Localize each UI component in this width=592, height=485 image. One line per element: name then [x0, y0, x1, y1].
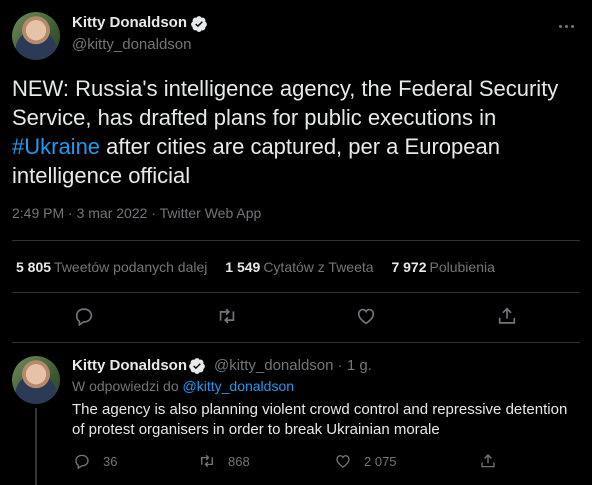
reply-replies-count: 36 — [103, 453, 118, 469]
like-icon[interactable] — [355, 305, 379, 329]
action-bar — [0, 305, 592, 331]
reply-like-button[interactable]: 2 075 — [334, 452, 397, 470]
reply-to-prefix: W odpowiedzi do — [72, 378, 179, 394]
divider — [12, 292, 580, 293]
tweet-text: NEW: Russia's intelligence agency, the F… — [12, 74, 582, 190]
share-icon[interactable] — [496, 305, 520, 329]
reply-reply-button[interactable]: 36 — [73, 452, 117, 470]
retweets-label: Tweetów podanych dalej — [54, 259, 208, 275]
reply-age[interactable]: 1 g. — [347, 357, 372, 374]
reply-to: W odpowiedzi do @kitty_donaldson — [72, 378, 294, 394]
reply-share-button[interactable] — [479, 452, 509, 470]
likes-count: 7 972 — [391, 259, 427, 275]
reply-handle-and-age: @kitty_donaldson · 1 g. — [214, 357, 372, 374]
reply-retweets-count: 868 — [228, 453, 250, 469]
author-avatar[interactable] — [12, 12, 60, 60]
tweet-text-before: NEW: Russia's intelligence agency, the F… — [12, 76, 559, 130]
retweets-count: 5 805 — [16, 259, 52, 275]
reply-retweet-button[interactable]: 868 — [198, 452, 250, 470]
retweet-icon[interactable] — [216, 305, 240, 329]
reply-to-mention[interactable]: @kitty_donaldson — [183, 378, 295, 394]
reply-author-name[interactable]: Kitty Donaldson — [72, 357, 187, 374]
verified-icon — [191, 16, 207, 32]
reply-likes-count: 2 075 — [364, 453, 397, 469]
hashtag-link[interactable]: #Ukraine — [12, 134, 100, 159]
likes-label: Polubienia — [429, 259, 495, 275]
share-icon — [481, 454, 495, 468]
retweets-stat[interactable]: 5 805 Tweetów podanych dalej — [16, 259, 207, 275]
engagement-stats: 5 805 Tweetów podanych dalej 1 549 Cytatów… — [16, 259, 509, 275]
retweet-icon — [201, 454, 213, 468]
author-name[interactable]: Kitty Donaldson — [72, 14, 187, 31]
reply-author-handle[interactable]: @kitty_donaldson — [214, 357, 333, 374]
author-handle[interactable]: @kitty_donaldson — [72, 36, 191, 53]
divider — [12, 342, 580, 343]
reply-icon — [75, 454, 89, 470]
likes-stat[interactable]: 7 972 Polubienia — [391, 259, 494, 275]
reply-text: The agency is also planning violent crow… — [72, 401, 568, 438]
quotes-label: Cytatów z Tweeta — [263, 259, 374, 275]
quotes-stat[interactable]: 1 549 Cytatów z Tweeta — [225, 259, 373, 275]
more-icon[interactable] — [556, 16, 576, 36]
tweet-timestamp[interactable]: 2:49 PM · 3 mar 2022 · Twitter Web App — [12, 205, 261, 221]
divider — [12, 240, 580, 241]
reply-author-avatar[interactable] — [12, 356, 60, 404]
like-icon — [336, 455, 350, 468]
reply-icon[interactable] — [73, 305, 97, 329]
quotes-count: 1 549 — [225, 259, 261, 275]
thread-line — [35, 408, 37, 485]
reply-action-bar: 36 868 2 075 — [0, 452, 592, 472]
verified-icon — [189, 358, 205, 374]
